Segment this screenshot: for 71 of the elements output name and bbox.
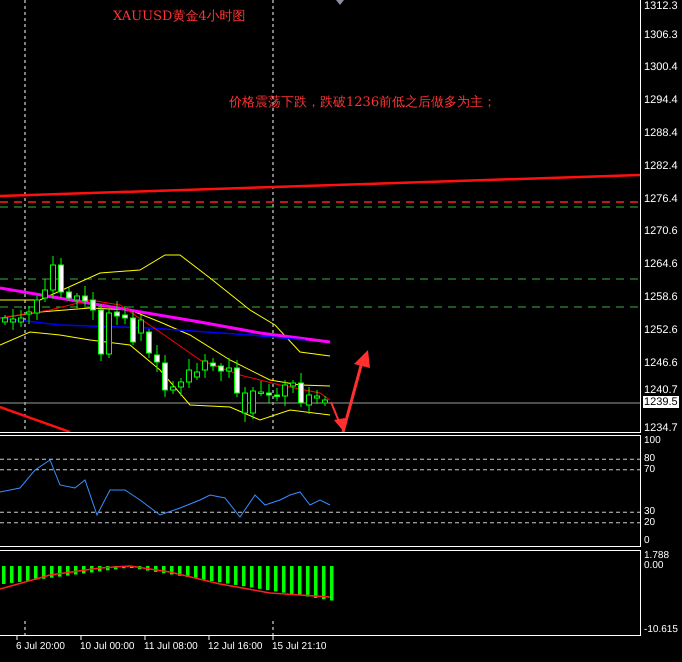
triangle-icon	[336, 0, 344, 5]
price-label: 1300.4	[644, 61, 678, 73]
candlestick	[298, 372, 304, 408]
candlestick	[306, 386, 312, 414]
candlestick	[322, 396, 328, 406]
time-label: 10 Jul 00:00	[80, 641, 134, 653]
candlestick	[106, 308, 112, 358]
price-label: 1294.4	[644, 94, 678, 106]
indicator-level-label: 1.788	[644, 551, 670, 561]
candlestick	[82, 286, 88, 306]
price-label: 1312.3	[644, 0, 678, 12]
time-label: 12 Jul 16:00	[208, 641, 262, 653]
candlestick	[234, 360, 240, 398]
candlestick	[114, 300, 120, 326]
candlestick	[170, 380, 176, 394]
indicator-level-label: 30	[644, 507, 656, 518]
candlestick	[50, 256, 56, 300]
candlestick	[162, 354, 168, 398]
current-price-label: 1239.5	[643, 396, 679, 408]
price-label: 1234.7	[644, 422, 678, 434]
time-label: 6 Jul 20:00	[16, 641, 65, 653]
candlestick	[290, 380, 296, 394]
candlestick	[66, 286, 72, 302]
candlestick	[34, 296, 40, 320]
candlestick	[202, 354, 208, 378]
candlestick	[10, 308, 16, 330]
indicator-level-label: 0.00	[644, 561, 664, 571]
price-label: 1288.4	[644, 127, 678, 139]
price-label: 1252.6	[644, 324, 678, 336]
time-label: 11 Jul 08:00	[144, 641, 198, 653]
candlestick	[58, 258, 64, 298]
candlestick	[130, 310, 136, 346]
time-label: 15 Jul 21:10	[272, 641, 326, 653]
chart-annotation: 价格震荡下跌，跌破1236前低之后做多为主；	[229, 95, 496, 110]
indicator-level-label: 0	[644, 536, 650, 546]
candlestick	[98, 304, 104, 362]
candlestick	[282, 380, 288, 406]
candlestick	[122, 306, 128, 324]
candlestick	[242, 386, 248, 422]
candlestick	[18, 310, 24, 328]
candlestick	[218, 362, 224, 382]
candlestick	[154, 344, 160, 372]
trend-line	[0, 406, 70, 432]
candlestick	[138, 314, 144, 342]
candlestick	[74, 292, 80, 308]
indicator-level-label: -10.615	[644, 624, 678, 635]
price-label: 1258.6	[644, 290, 678, 303]
price-label: 1246.6	[644, 356, 678, 369]
price-label: 1270.6	[644, 224, 678, 237]
candlestick	[186, 358, 192, 388]
candlestick	[258, 380, 264, 396]
candlestick	[42, 278, 48, 302]
candlestick	[226, 358, 232, 378]
price-label: 1276.4	[644, 193, 678, 205]
candlestick	[178, 378, 184, 396]
candlestick	[314, 390, 320, 404]
candlestick	[250, 386, 256, 420]
candlestick	[26, 306, 32, 324]
chart-title: XAUUSD黄金4小时图	[113, 9, 246, 24]
indicator-level-label: 100	[644, 436, 661, 446]
candlestick	[210, 358, 216, 372]
price-label: 1240.7	[644, 384, 678, 396]
indicator-level-label: 20	[644, 518, 656, 528]
indicator-level-label: 80	[644, 454, 656, 464]
candlestick	[194, 362, 200, 380]
candlestick	[146, 328, 152, 358]
price-label: 1282.4	[644, 160, 678, 172]
price-label: 1264.6	[644, 258, 678, 270]
indicator-level-label: 70	[644, 464, 656, 475]
price-label: 1306.3	[644, 28, 678, 41]
candlestick	[90, 292, 96, 320]
